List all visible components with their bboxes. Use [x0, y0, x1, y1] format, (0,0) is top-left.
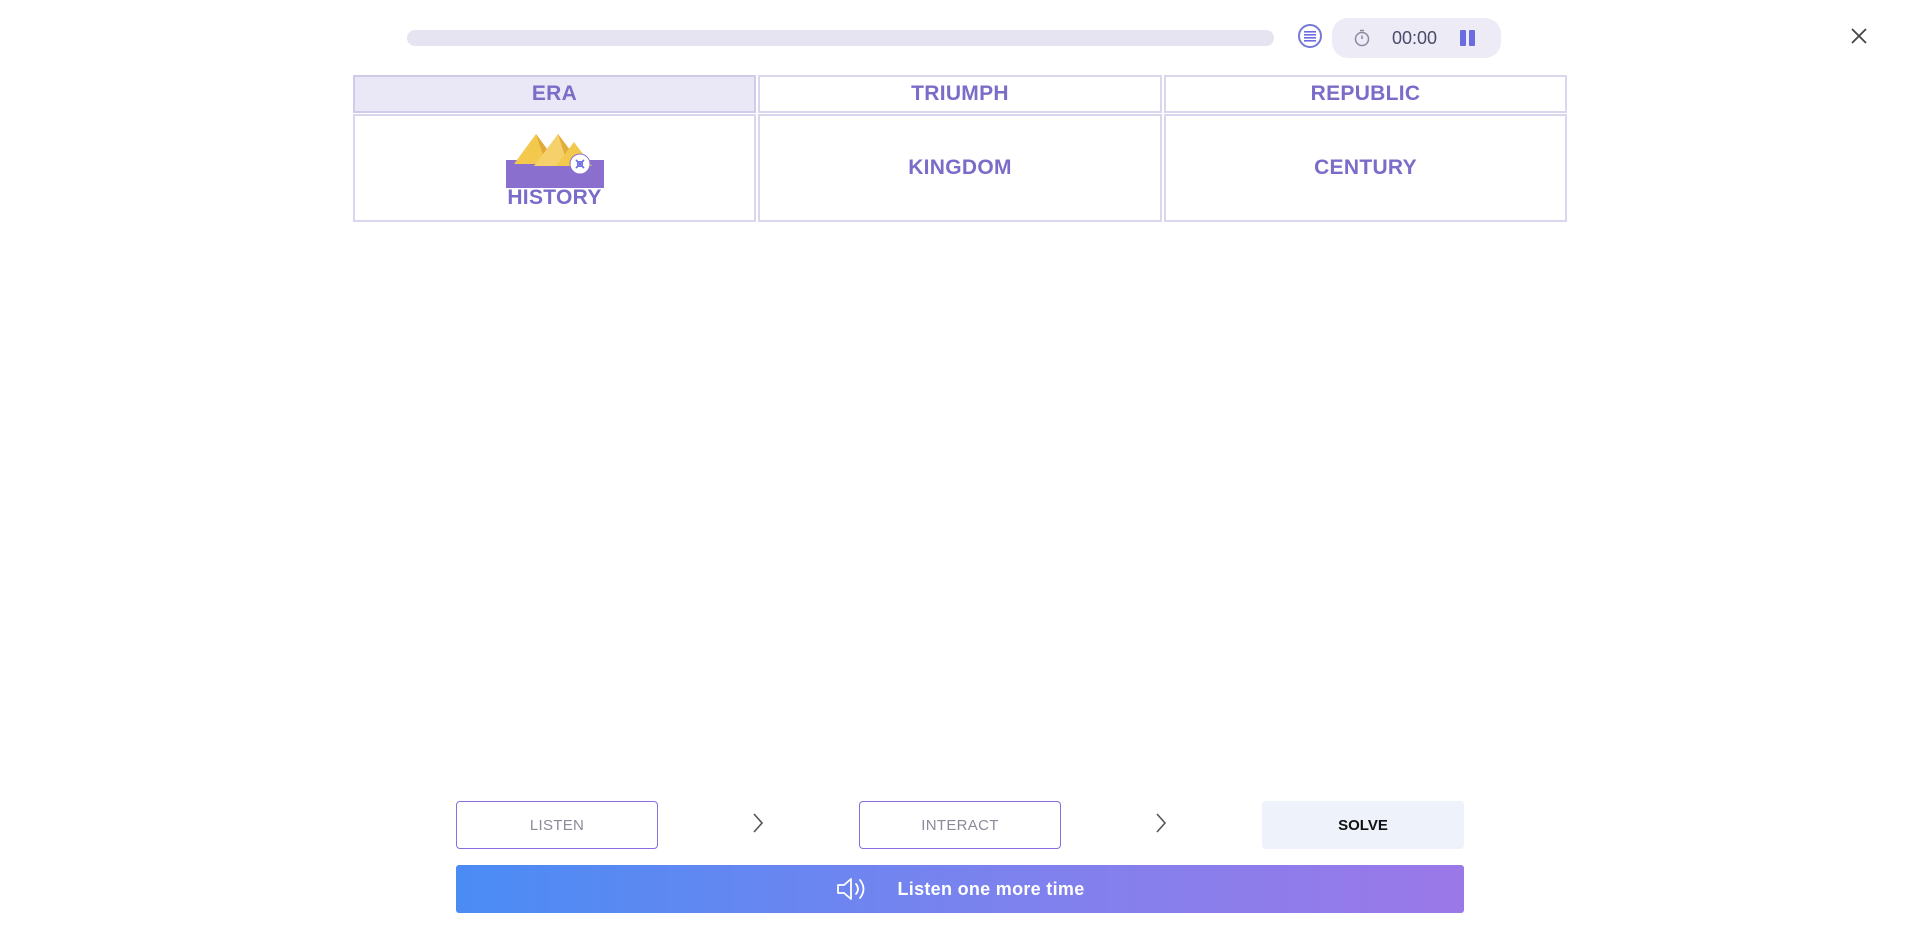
- word-card-kingdom-label: KINGDOM: [908, 156, 1012, 179]
- chevron-right-icon: [753, 813, 764, 833]
- history-card-content: HISTORY: [505, 126, 604, 210]
- timer-value: 00:00: [1392, 28, 1438, 48]
- listen-again-button[interactable]: Listen one more time: [456, 865, 1464, 913]
- word-card-century-label: CENTURY: [1314, 156, 1417, 179]
- solve-step-label: SOLVE: [1338, 816, 1388, 834]
- stopwatch-icon: [1354, 29, 1370, 47]
- close-button[interactable]: [1847, 24, 1871, 48]
- word-card-century[interactable]: CENTURY: [1164, 114, 1567, 222]
- word-header-2-label: TRIUMPH: [911, 82, 1009, 105]
- word-card-history-label: HISTORY: [507, 186, 602, 209]
- pause-icon-bar-left: [1460, 30, 1466, 46]
- word-card-history[interactable]: HISTORY: [353, 114, 756, 222]
- word-header-1-label: ERA: [531, 82, 578, 105]
- chevron-right-icon: [1156, 813, 1167, 833]
- word-header-2[interactable]: TRIUMPH: [758, 75, 1162, 113]
- interact-step-label: INTERACT: [921, 816, 999, 834]
- listen-step-button[interactable]: LISTEN: [456, 801, 658, 849]
- listen-step-label: LISTEN: [529, 816, 585, 834]
- pause-button[interactable]: [1456, 27, 1478, 49]
- word-header-3[interactable]: REPUBLIC: [1164, 75, 1567, 113]
- solve-step-button[interactable]: SOLVE: [1262, 801, 1464, 849]
- word-header-3-label: REPUBLIC: [1310, 82, 1421, 105]
- list-lines-icon: [1304, 31, 1316, 42]
- timer-panel: 00:00: [1332, 18, 1501, 58]
- progress-bar: [407, 30, 1274, 46]
- pause-icon-bar-right: [1469, 30, 1475, 46]
- game-screen: 00:00 ERA TRIUMPH REPUBLIC HISTORY KINGD…: [0, 0, 1920, 941]
- listen-again-label: Listen one more time: [897, 878, 1085, 899]
- close-icon: [1851, 28, 1867, 44]
- interact-step-button[interactable]: INTERACT: [859, 801, 1061, 849]
- word-header-1[interactable]: ERA: [353, 75, 756, 113]
- speaker-icon: [837, 878, 865, 900]
- list-icon[interactable]: [1298, 24, 1322, 48]
- word-card-kingdom[interactable]: KINGDOM: [758, 114, 1162, 222]
- pyramids-icon: [505, 134, 604, 188]
